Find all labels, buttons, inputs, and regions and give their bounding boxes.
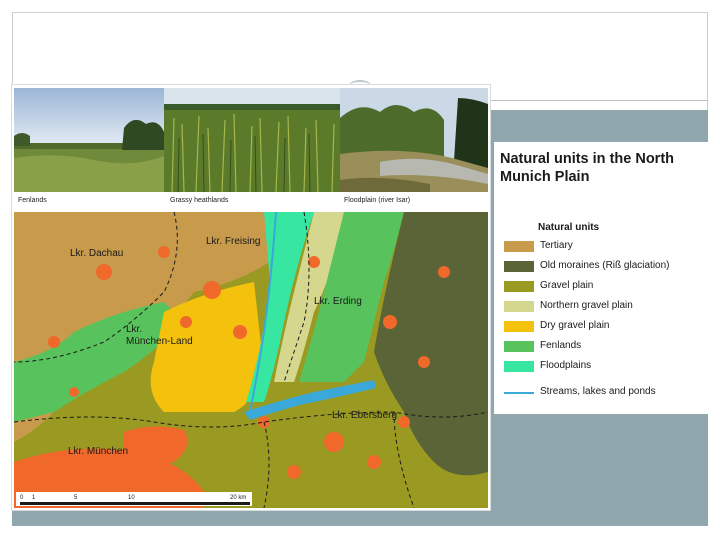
legend-swatch: [504, 261, 534, 272]
caption-grassy-heathlands: Grassy heathlands: [170, 197, 229, 204]
legend-swatch: [504, 241, 534, 252]
caption-fenlands: Fenlands: [18, 197, 47, 204]
legend-heading: Natural units: [538, 222, 600, 233]
label-lkr-freising: Lkr. Freising: [206, 236, 260, 247]
legend-label: Streams, lakes and ponds: [540, 386, 656, 397]
legend-swatch: [504, 361, 534, 372]
label-lkr-muenchen-land-1: Lkr.: [126, 324, 142, 335]
photo-strip: [14, 88, 488, 192]
legend-label: Fenlands: [540, 340, 582, 351]
photo-floodplain: [340, 88, 488, 192]
photo-fenlands: [14, 88, 164, 192]
legend-title: Natural units in the North Munich Plain: [500, 151, 674, 185]
scale-tick-20: 20 km: [230, 495, 246, 501]
label-lkr-ebersberg: Lkr. Ebersberg: [332, 410, 397, 421]
label-lkr-muenchen-land-2: München-Land: [126, 336, 193, 347]
legend-label: Floodplains: [540, 360, 592, 371]
map-legend: Natural units in the North Munich Plain …: [494, 142, 710, 414]
legend-label: Old moraines (Riß glaciation): [540, 260, 670, 271]
legend-label: Northern gravel plain: [540, 300, 633, 311]
map-figure: Fenlands Grassy heathlands Floodplain (r…: [12, 85, 490, 510]
label-lkr-erding: Lkr. Erding: [314, 296, 362, 307]
label-lkr-muenchen: Lkr. München: [68, 446, 128, 457]
scale-tick-10: 10: [128, 495, 135, 501]
legend-swatch: [504, 281, 534, 292]
label-lkr-dachau: Lkr. Dachau: [70, 248, 123, 259]
natural-units-map: Lkr. Dachau Lkr. Freising Lkr. Erding Lk…: [14, 212, 488, 508]
legend-label: Gravel plain: [540, 280, 594, 291]
legend-swatch: [504, 341, 534, 352]
photo-grassy-heathlands: [164, 88, 340, 192]
legend-label: Dry gravel plain: [540, 320, 610, 331]
caption-floodplain: Floodplain (river Isar): [344, 197, 411, 204]
legend-swatch: [504, 392, 534, 394]
legend-swatch: [504, 301, 534, 312]
legend-label: Tertiary: [540, 240, 573, 251]
legend-swatch: [504, 321, 534, 332]
